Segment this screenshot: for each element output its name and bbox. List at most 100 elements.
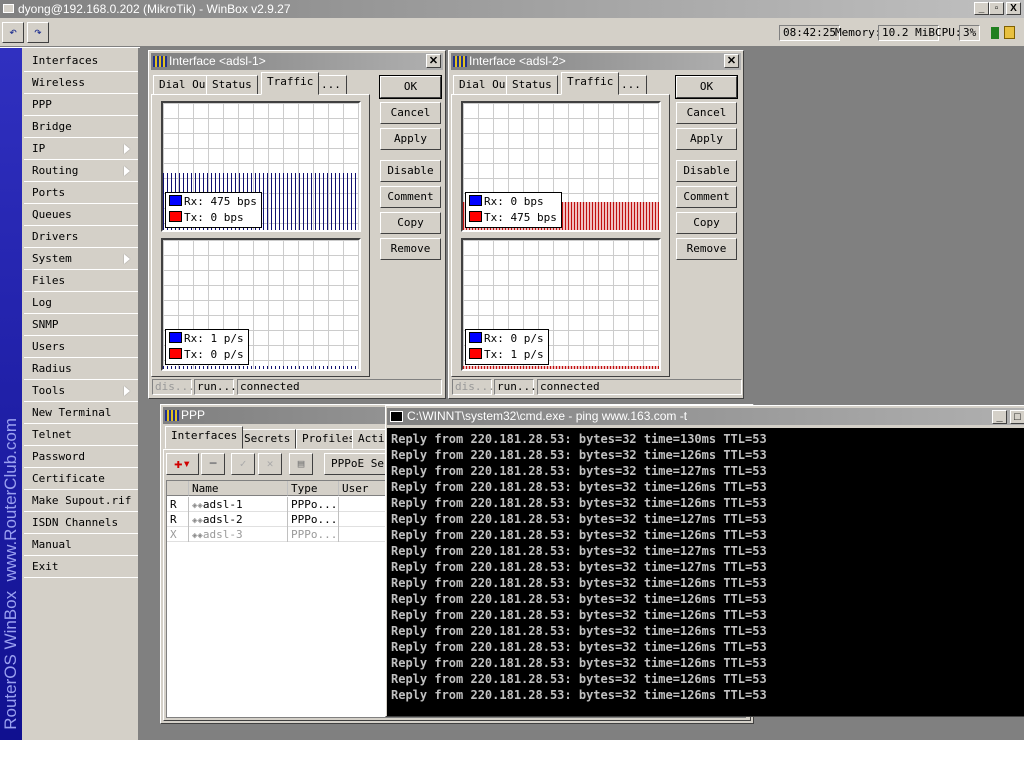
sidebar-item-bridge[interactable]: Bridge	[24, 116, 138, 138]
bps-legend: Rx: 475 bps Tx: 0 bps	[165, 192, 262, 228]
sidebar-item-manual[interactable]: Manual	[24, 534, 138, 556]
sidebar-item-label: Queues	[32, 208, 72, 221]
column-header[interactable]	[167, 481, 189, 496]
sidebar-item-radius[interactable]: Radius	[24, 358, 138, 380]
add-button[interactable]: ✚▾	[166, 453, 199, 475]
undo-icon[interactable]: ↶	[2, 22, 24, 43]
remove-button[interactable]: ━	[201, 453, 225, 475]
ok-button[interactable]: OK	[675, 75, 738, 99]
ok-button[interactable]: OK	[379, 75, 442, 99]
close-button[interactable]: X	[1006, 2, 1021, 15]
sidebar-item-label: Manual	[32, 538, 72, 551]
sidebar-item-label: ISDN Channels	[32, 516, 119, 529]
cmd-line: Reply from 220.181.28.53: bytes=32 time=…	[391, 544, 767, 558]
bps-graph[interactable]: Rx: 475 bps Tx: 0 bps	[161, 101, 361, 232]
cell-type: PPPo...	[288, 497, 339, 512]
disable-button[interactable]: Disable	[676, 160, 737, 182]
sidebar-item-snmp[interactable]: SNMP	[24, 314, 138, 336]
apply-button[interactable]: Apply	[676, 128, 737, 150]
cancel-button[interactable]: Cancel	[676, 102, 737, 124]
sidebar-item-password[interactable]: Password	[24, 446, 138, 468]
tab-more[interactable]: ...	[615, 75, 647, 95]
cmd-output[interactable]: Reply from 220.181.28.53: bytes=32 time=…	[387, 428, 1024, 716]
tab-Status[interactable]: Status	[506, 75, 558, 95]
sidebar-item-isdn-channels[interactable]: ISDN Channels	[24, 512, 138, 534]
sidebar-item-interfaces[interactable]: Interfaces	[24, 50, 138, 72]
close-button[interactable]: ✕	[426, 54, 441, 68]
sidebar-item-telnet[interactable]: Telnet	[24, 424, 138, 446]
sidebar-item-system[interactable]: System	[24, 248, 138, 270]
sidebar-item-new-terminal[interactable]: New Terminal	[24, 402, 138, 424]
sidebar-item-certificate[interactable]: Certificate	[24, 468, 138, 490]
rx-rate: Rx: 1 p/s	[184, 332, 244, 345]
remove-button[interactable]: Remove	[380, 238, 441, 260]
sidebar-item-users[interactable]: Users	[24, 336, 138, 358]
tab-Traffic[interactable]: Traffic	[261, 72, 320, 95]
remove-button[interactable]: Remove	[676, 238, 737, 260]
sidebar-item-label: Bridge	[32, 120, 72, 133]
disable-button[interactable]: ✕	[258, 453, 282, 475]
sidebar-item-tools[interactable]: Tools	[24, 380, 138, 402]
cell-flag: R	[167, 497, 189, 512]
sidebar-item-make-supout-rif[interactable]: Make Supout.rif	[24, 490, 138, 512]
rx-color-swatch	[469, 332, 482, 343]
sidebar-item-label: Telnet	[32, 428, 72, 441]
sidebar-item-ppp[interactable]: PPP	[24, 94, 138, 116]
cell-name: ◈◈adsl-3	[189, 527, 288, 542]
redo-icon[interactable]: ↷	[27, 22, 49, 43]
apply-button[interactable]: Apply	[380, 128, 441, 150]
sidebar-item-ports[interactable]: Ports	[24, 182, 138, 204]
rx-legend-entry: Rx: 475 bps	[169, 194, 257, 210]
comment-button[interactable]: ▤	[289, 453, 313, 475]
sidebar-item-label: Certificate	[32, 472, 105, 485]
tab-Traffic[interactable]: Traffic	[561, 72, 620, 95]
sidebar-item-wireless[interactable]: Wireless	[24, 72, 138, 94]
cmd-line: Reply from 220.181.28.53: bytes=32 time=…	[391, 576, 767, 590]
cell-name: ◈◈adsl-1	[189, 497, 288, 512]
sidebar-item-queues[interactable]: Queues	[24, 204, 138, 226]
type-text: PPPo...	[291, 498, 338, 511]
sidebar-item-log[interactable]: Log	[24, 292, 138, 314]
ppp-tab-interfaces[interactable]: Interfaces	[165, 426, 244, 449]
sidebar-item-files[interactable]: Files	[24, 270, 138, 292]
disable-button[interactable]: Disable	[380, 160, 441, 182]
cmd-icon	[390, 411, 403, 422]
copy-button[interactable]: Copy	[676, 212, 737, 234]
cmd-maximize-button[interactable]: □	[1010, 410, 1024, 424]
cmd-line: Reply from 220.181.28.53: bytes=32 time=…	[391, 592, 767, 606]
type-text: PPPo...	[291, 513, 338, 526]
enable-button[interactable]: ✓	[231, 453, 255, 475]
brand-strip: RouterOS WinBox www.RouterClub.com	[0, 48, 22, 740]
tab-more[interactable]: ...	[315, 75, 347, 95]
column-header-type[interactable]: Type	[288, 481, 339, 496]
sidebar-item-label: Drivers	[32, 230, 79, 243]
tab-Status[interactable]: Status	[206, 75, 258, 95]
restore-button[interactable]: ▫	[989, 2, 1004, 15]
pps-graph[interactable]: Rx: 1 p/s Tx: 0 p/s	[161, 238, 361, 371]
sidebar-item-routing[interactable]: Routing	[24, 160, 138, 182]
interface-window-1: Interface <adsl-1> ✕ Dial Out Status Traffic…	[148, 50, 446, 399]
cmd-line: Reply from 220.181.28.53: bytes=32 time=…	[391, 656, 767, 670]
lock-icon	[1004, 26, 1015, 39]
column-header-name[interactable]: Name	[189, 481, 288, 496]
bps-graph[interactable]: Rx: 0 bps Tx: 475 bps	[461, 101, 661, 232]
status-field: run...	[494, 379, 537, 395]
copy-button[interactable]: Copy	[380, 212, 441, 234]
window-title: Interface <adsl-2>	[469, 54, 566, 68]
cancel-button[interactable]: Cancel	[380, 102, 441, 124]
comment-button[interactable]: Comment	[380, 186, 441, 208]
ppp-tab-secrets[interactable]: Secrets	[238, 429, 297, 449]
comment-button[interactable]: Comment	[676, 186, 737, 208]
cmd-minimize-button[interactable]: _	[992, 410, 1007, 424]
sidebar-item-ip[interactable]: IP	[24, 138, 138, 160]
tx-rate: Tx: 0 p/s	[184, 348, 244, 361]
pps-graph[interactable]: Rx: 0 p/s Tx: 1 p/s	[461, 238, 661, 371]
minimize-button[interactable]: _	[974, 2, 989, 15]
sidebar-item-drivers[interactable]: Drivers	[24, 226, 138, 248]
close-button[interactable]: ✕	[724, 54, 739, 68]
sidebar-item-label: Tools	[32, 384, 66, 397]
rx-legend-entry: Rx: 1 p/s	[169, 331, 244, 347]
cmd-line: Reply from 220.181.28.53: bytes=32 time=…	[391, 608, 767, 622]
sidebar-item-exit[interactable]: Exit	[24, 556, 138, 578]
status-field: dis...	[152, 379, 195, 395]
